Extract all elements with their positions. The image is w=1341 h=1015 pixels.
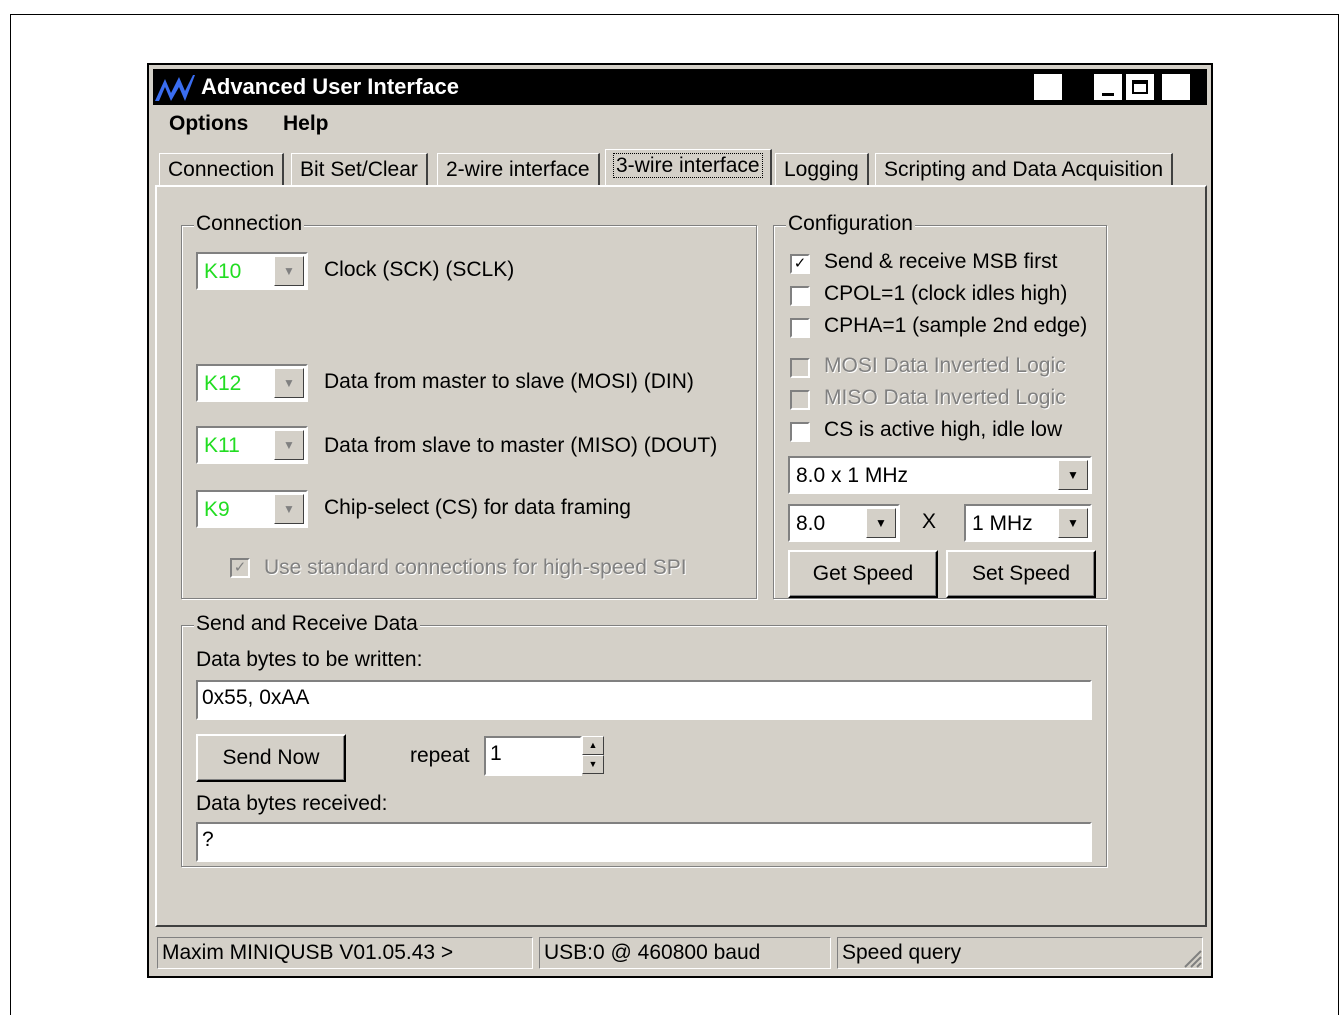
repeat-label: repeat — [410, 744, 470, 767]
write-label: Data bytes to be written: — [196, 648, 423, 671]
received-data-field[interactable]: ? — [196, 822, 1092, 862]
app-window: Advanced User Interface ↔ ✕ Options Help… — [147, 63, 1213, 978]
speed-select[interactable]: 8.0 x 1 MHz ▼ — [788, 456, 1092, 494]
std-connections-checkbox[interactable]: ✓ — [230, 558, 250, 578]
window-title: Advanced User Interface — [201, 74, 459, 99]
close-icon[interactable]: ✕ — [1161, 73, 1191, 101]
chevron-down-icon: ▼ — [274, 368, 304, 398]
received-label: Data bytes received: — [196, 792, 388, 815]
set-speed-button[interactable]: Set Speed — [946, 550, 1096, 598]
spin-up-icon[interactable]: ▲ — [582, 736, 604, 755]
tab-connection[interactable]: Connection — [159, 153, 285, 187]
send-receive-group-title: Send and Receive Data — [194, 612, 420, 636]
cpol-label: CPOL=1 (clock idles high) — [824, 282, 1068, 305]
miso-pin-select[interactable]: K11 ▼ — [196, 426, 308, 464]
get-speed-button[interactable]: Get Speed — [788, 550, 938, 598]
unit-select[interactable]: 1 MHz ▼ — [964, 504, 1092, 542]
clock-label: Clock (SCK) (SCLK) — [324, 258, 515, 281]
miso-label: Data from slave to master (MISO) (DOUT) — [324, 434, 718, 457]
resize-grip-icon[interactable] — [1181, 947, 1203, 969]
connection-group-title: Connection — [194, 212, 305, 236]
maximize-icon[interactable] — [1125, 73, 1155, 101]
std-connections-label: Use standard connections for high-speed … — [264, 556, 687, 579]
chevron-down-icon: ▼ — [274, 494, 304, 524]
tab-bit-set-clear[interactable]: Bit Set/Clear — [291, 153, 428, 187]
connection-group: Connection K10 ▼ Clock (SCK) (SCLK) K12 … — [181, 212, 757, 599]
chevron-down-icon: ▼ — [274, 256, 304, 286]
cs-active-high-checkbox[interactable] — [790, 422, 810, 442]
msb-first-checkbox[interactable]: ✓ — [790, 254, 810, 274]
menu-help[interactable]: Help — [283, 112, 329, 136]
mosi-label: Data from master to slave (MOSI) (DIN) — [324, 370, 694, 393]
cpha-checkbox[interactable] — [790, 318, 810, 338]
tab-3-wire-interface[interactable]: 3-wire interface — [605, 149, 772, 187]
chevron-down-icon: ▼ — [274, 430, 304, 460]
mosi-inverted-checkbox[interactable] — [790, 358, 810, 378]
miso-inverted-label: MISO Data Inverted Logic — [824, 386, 1066, 409]
cs-pin-select[interactable]: K9 ▼ — [196, 490, 308, 528]
clock-pin-select[interactable]: K10 ▼ — [196, 252, 308, 290]
status-usb: USB:0 @ 460800 baud — [539, 937, 831, 969]
chevron-down-icon: ▼ — [1058, 508, 1088, 538]
cs-active-high-label: CS is active high, idle low — [824, 418, 1063, 441]
msb-first-label: Send & receive MSB first — [824, 250, 1058, 273]
tab-2-wire-interface[interactable]: 2-wire interface — [437, 153, 600, 187]
configuration-group-title: Configuration — [786, 212, 915, 236]
mosi-pin-select[interactable]: K12 ▼ — [196, 364, 308, 402]
status-device: Maxim MINIQUSB V01.05.43 > — [157, 937, 533, 969]
minimize-icon[interactable] — [1093, 73, 1123, 101]
repeat-spinner[interactable]: ▲ ▼ — [582, 736, 604, 774]
cs-label: Chip-select (CS) for data framing — [324, 496, 631, 519]
repeat-input[interactable]: 1 — [484, 736, 582, 776]
double-arrow-icon[interactable]: ↔ — [1033, 73, 1063, 101]
chevron-down-icon: ▼ — [866, 508, 896, 538]
chevron-down-icon: ▼ — [1058, 460, 1088, 490]
status-message: Speed query — [837, 937, 1203, 969]
send-receive-group: Send and Receive Data Data bytes to be w… — [181, 612, 1107, 867]
multiplier-select[interactable]: 8.0 ▼ — [788, 504, 900, 542]
miso-inverted-checkbox[interactable] — [790, 390, 810, 410]
tab-panel-3-wire: Connection K10 ▼ Clock (SCK) (SCLK) K12 … — [155, 185, 1207, 927]
send-now-button[interactable]: Send Now — [196, 734, 346, 782]
write-data-input[interactable]: 0x55, 0xAA — [196, 680, 1092, 720]
mosi-inverted-label: MOSI Data Inverted Logic — [824, 354, 1066, 377]
times-label: X — [922, 510, 937, 533]
cpol-checkbox[interactable] — [790, 286, 810, 306]
cpha-label: CPHA=1 (sample 2nd edge) — [824, 314, 1088, 337]
menu-options[interactable]: Options — [169, 112, 248, 136]
tab-logging[interactable]: Logging — [775, 153, 869, 187]
spin-down-icon[interactable]: ▼ — [582, 755, 604, 774]
title-bar[interactable]: Advanced User Interface ↔ ✕ — [153, 69, 1207, 105]
configuration-group: Configuration ✓ Send & receive MSB first… — [773, 212, 1107, 599]
tab-scripting[interactable]: Scripting and Data Acquisition — [875, 153, 1173, 187]
maxim-logo-icon — [155, 75, 195, 101]
status-bar: Maxim MINIQUSB V01.05.43 > USB:0 @ 46080… — [155, 933, 1207, 971]
